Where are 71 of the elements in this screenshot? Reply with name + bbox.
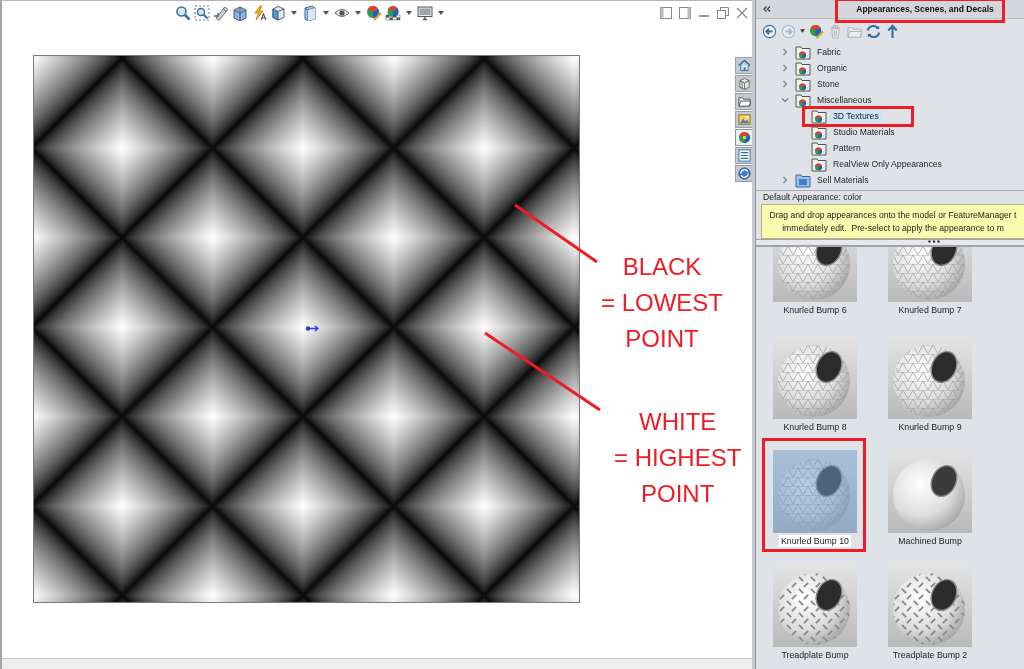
close-icon[interactable] bbox=[736, 7, 748, 19]
caret-icon[interactable] bbox=[355, 11, 361, 15]
appearance-label: Knurled Bump 8 bbox=[782, 421, 848, 433]
sphere-thumbnail-drawing[interactable] bbox=[773, 450, 857, 533]
cube-icon[interactable] bbox=[270, 5, 286, 21]
color-ball-pencil-icon[interactable] bbox=[809, 23, 824, 39]
task-pane-tab[interactable] bbox=[735, 165, 752, 182]
box-icon bbox=[737, 77, 751, 90]
up-arrow-icon[interactable] bbox=[885, 23, 900, 39]
tree-item[interactable]: Stone bbox=[814, 79, 843, 89]
caret-icon[interactable] bbox=[406, 11, 412, 15]
monitor-icon[interactable] bbox=[417, 5, 433, 21]
chevron-icon[interactable] bbox=[781, 64, 789, 72]
circular-arrows-icon bbox=[737, 167, 751, 180]
panel-left-icon[interactable] bbox=[660, 7, 672, 19]
tree-item[interactable]: Fabric bbox=[814, 47, 844, 57]
tree-item[interactable]: Pattern bbox=[830, 143, 864, 153]
refresh-icon[interactable] bbox=[866, 23, 881, 39]
caret-icon[interactable] bbox=[800, 29, 805, 33]
grip-icon[interactable] bbox=[928, 240, 940, 243]
pane-title: Appearances, Scenes, and Decals bbox=[856, 4, 994, 14]
lightning-letter-icon[interactable] bbox=[251, 5, 267, 21]
task-pane-tab[interactable] bbox=[735, 111, 752, 128]
color-ball-pencil-icon[interactable] bbox=[366, 5, 382, 21]
folder-icon bbox=[737, 95, 751, 108]
annotation-text: BLACK = LOWEST POINT bbox=[601, 252, 724, 354]
caret-icon[interactable] bbox=[323, 11, 329, 15]
task-pane-tab[interactable] bbox=[735, 75, 752, 92]
double-chevron-icon[interactable] bbox=[763, 6, 771, 12]
origin-arrow-icon bbox=[305, 325, 319, 332]
magnifier-frame-icon[interactable] bbox=[194, 5, 210, 21]
default-appearance-label: Default Appearance: color bbox=[762, 191, 863, 204]
tree-item[interactable]: RealView Only Appearances bbox=[830, 159, 945, 169]
panel-right-icon[interactable] bbox=[679, 7, 691, 19]
task-pane-tab[interactable] bbox=[735, 129, 752, 146]
tree-item[interactable]: Studio Materials bbox=[830, 127, 898, 137]
color-ball-icon bbox=[737, 131, 751, 144]
task-pane-tab[interactable] bbox=[735, 57, 752, 74]
list-icon bbox=[737, 149, 751, 162]
tree-item[interactable]: Miscellaneous bbox=[814, 95, 875, 105]
appearance-label: Knurled Bump 9 bbox=[897, 421, 963, 433]
restore-icon[interactable] bbox=[717, 7, 729, 19]
appearance-label: Knurled Bump 7 bbox=[897, 304, 963, 316]
picture-icon bbox=[737, 113, 751, 126]
magnifier-icon[interactable] bbox=[175, 5, 191, 21]
tree-item[interactable]: 3D Textures bbox=[830, 109, 882, 123]
chevron-icon[interactable] bbox=[781, 176, 789, 184]
chevron-icon[interactable] bbox=[781, 48, 789, 56]
appearance-label: Knurled Bump 10 bbox=[779, 535, 851, 547]
caret-icon[interactable] bbox=[438, 11, 444, 15]
task-pane-tab[interactable] bbox=[735, 147, 752, 164]
task-pane-tab[interactable] bbox=[735, 93, 752, 110]
color-ball-checker-icon[interactable] bbox=[385, 5, 401, 21]
chevron-icon[interactable] bbox=[781, 96, 789, 104]
sphere-thumbnail-drawing[interactable] bbox=[888, 247, 972, 302]
tree-item[interactable]: Sell Materials bbox=[814, 175, 872, 185]
folder-box-icon bbox=[795, 172, 811, 188]
tree-item[interactable]: Organic bbox=[814, 63, 851, 73]
home-icon bbox=[737, 59, 751, 72]
appearance-label: Knurled Bump 6 bbox=[782, 304, 848, 316]
caret-icon[interactable] bbox=[291, 11, 297, 15]
appearance-label: Treadplate Bump 2 bbox=[891, 649, 969, 661]
appearance-label: Machined Bump bbox=[897, 535, 963, 547]
shaded-box-icon[interactable] bbox=[302, 5, 318, 21]
chevron-icon[interactable] bbox=[781, 80, 789, 88]
section-block-icon[interactable] bbox=[232, 5, 248, 21]
annotation-text: WHITE = HIGHEST POINT bbox=[614, 407, 742, 509]
appearance-label: Treadplate Bump bbox=[780, 649, 850, 661]
pencil-icon[interactable] bbox=[213, 5, 229, 21]
hint-text: Drag and drop appearances onto the model or FeatureManager t immediately edit. Pre-select to apply the appearance to m bbox=[769, 208, 1017, 235]
sphere-thumbnail-drawing[interactable] bbox=[773, 247, 857, 302]
